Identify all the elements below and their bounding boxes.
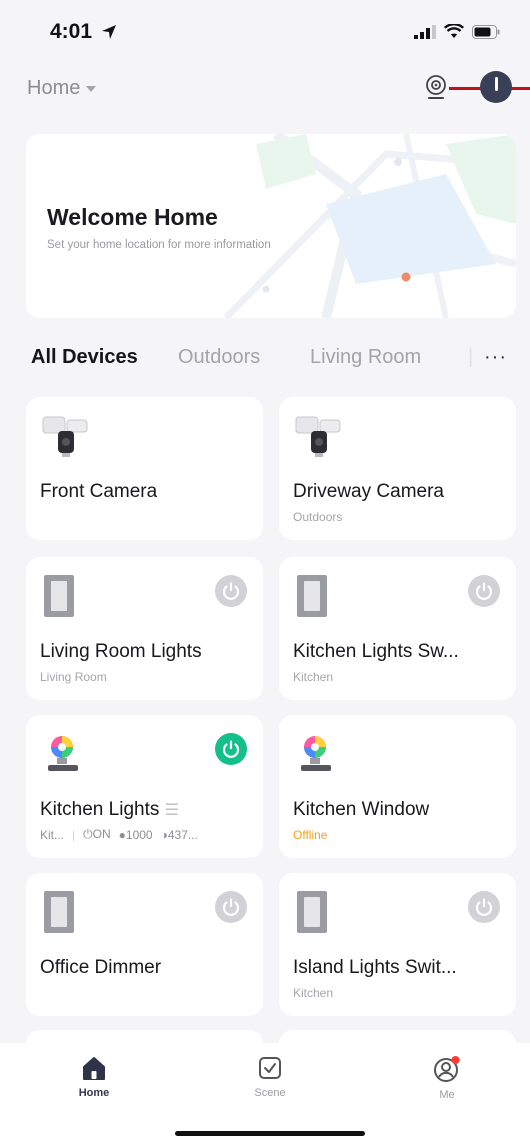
- caret-down-icon: [86, 85, 97, 92]
- device-name: Kitchen Lights Sw...: [293, 641, 459, 662]
- device-offline-status: Offline: [293, 828, 328, 842]
- light-switch-icon: [297, 575, 327, 617]
- device-card-kitchen-lights-switch[interactable]: Kitchen Lights Sw... Kitchen: [279, 557, 516, 700]
- nav-home-label: Home: [78, 1087, 110, 1099]
- battery-icon: [472, 24, 500, 39]
- status-room: Kit...: [40, 827, 65, 842]
- device-card-kitchen-lights[interactable]: Kitchen Lights ☰ Kit... | ⏻ON ●1000 ◑437…: [26, 715, 263, 858]
- wifi-icon: [444, 24, 464, 38]
- welcome-card[interactable]: Welcome Home Set your home location for …: [26, 134, 516, 318]
- power-button[interactable]: [215, 891, 247, 923]
- device-room: Living Room: [40, 670, 107, 684]
- device-room: Outdoors: [293, 510, 343, 524]
- camera-device-icon: [42, 416, 88, 457]
- status-bar: 4:01: [0, 0, 530, 62]
- light-switch-icon: [297, 891, 327, 933]
- power-icon: [222, 740, 240, 758]
- room-tabs: All Devices Outdoors Living Room | ···: [0, 338, 530, 378]
- header: Home: [0, 62, 530, 118]
- status-temperature-text: 437...: [167, 827, 198, 842]
- device-card-living-room-lights[interactable]: Living Room Lights Living Room: [26, 557, 263, 700]
- status-temperature: ◑437...: [160, 827, 198, 842]
- nav-home[interactable]: Home: [49, 1055, 139, 1099]
- smart-bulb-icon: [48, 736, 78, 771]
- status-brightness-text: 1000: [125, 827, 153, 842]
- more-tabs-button[interactable]: ···: [484, 346, 507, 369]
- device-room: Kitchen: [293, 986, 334, 1000]
- device-card-front-camera[interactable]: Front Camera: [26, 397, 263, 540]
- power-icon: [475, 582, 493, 600]
- add-device-button[interactable]: [480, 71, 512, 103]
- device-name: Kitchen Lights ☰: [40, 799, 179, 821]
- power-button[interactable]: [215, 575, 247, 607]
- device-name: Island Lights Swit...: [293, 957, 457, 978]
- scene-icon: [259, 1057, 281, 1079]
- power-icon: [222, 582, 240, 600]
- power-icon: [475, 898, 493, 916]
- power-button[interactable]: [468, 891, 500, 923]
- light-switch-icon: [44, 891, 74, 933]
- bottom-nav: Home Scene Me: [0, 1043, 530, 1138]
- device-name: Driveway Camera: [293, 481, 444, 502]
- device-card-island-lights-switch[interactable]: Island Lights Swit... Kitchen: [279, 873, 516, 1016]
- status-divider: |: [72, 827, 76, 842]
- location-arrow-icon: [102, 25, 116, 39]
- plus-icon: [494, 77, 498, 91]
- nav-scene-label: Scene: [254, 1087, 286, 1099]
- status-state-text: ON: [92, 827, 111, 841]
- device-room: Kitchen: [293, 670, 334, 684]
- camera-device-icon: [295, 416, 341, 457]
- device-status-line: Kit... | ⏻ON ●1000 ◑437...: [40, 827, 198, 842]
- power-icon: [222, 898, 240, 916]
- home-indicator: [175, 1131, 365, 1136]
- power-button[interactable]: [468, 575, 500, 607]
- light-switch-icon: [44, 575, 74, 617]
- home-icon: [83, 1057, 105, 1080]
- device-name-text: Kitchen Lights: [40, 799, 160, 820]
- device-name: Office Dimmer: [40, 957, 162, 978]
- camera-button[interactable]: [423, 74, 449, 100]
- nav-me[interactable]: Me: [402, 1055, 492, 1101]
- home-selector-label: Home: [27, 77, 81, 99]
- status-icons: [414, 24, 500, 39]
- welcome-subtitle: Set your home location for more informat…: [47, 239, 271, 251]
- device-card-office-dimmer[interactable]: Office Dimmer: [26, 873, 263, 1016]
- group-icon: ☰: [164, 802, 179, 819]
- device-name: Front Camera: [40, 481, 158, 502]
- device-card-driveway-camera[interactable]: Driveway Camera Outdoors: [279, 397, 516, 540]
- device-name: Kitchen Window: [293, 799, 430, 820]
- tab-all-devices[interactable]: All Devices: [31, 346, 138, 369]
- status-brightness: ●1000: [118, 827, 153, 842]
- nav-me-label: Me: [439, 1089, 455, 1101]
- power-button[interactable]: [215, 733, 247, 765]
- tab-outdoors[interactable]: Outdoors: [178, 346, 260, 369]
- cellular-signal-icon: [414, 24, 436, 39]
- welcome-title: Welcome Home: [47, 204, 218, 230]
- nav-scene[interactable]: Scene: [225, 1055, 315, 1099]
- home-selector[interactable]: Home: [27, 77, 97, 100]
- tab-fade: [462, 346, 484, 372]
- device-name: Living Room Lights: [40, 641, 202, 662]
- device-card-kitchen-window[interactable]: Kitchen Window Offline: [279, 715, 516, 858]
- status-state: ⏻ON: [83, 827, 111, 841]
- status-time: 4:01: [50, 20, 93, 43]
- profile-icon: [434, 1056, 460, 1082]
- tab-living-room[interactable]: Living Room: [310, 346, 421, 369]
- smart-bulb-icon: [301, 736, 331, 771]
